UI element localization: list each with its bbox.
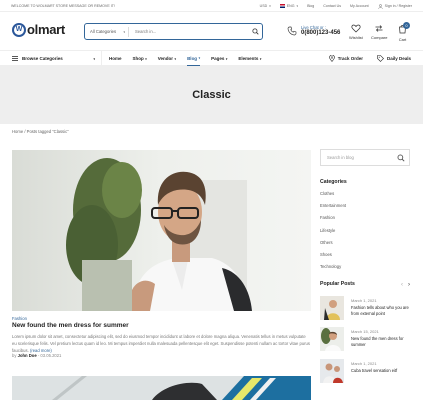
logo-text: olmart bbox=[27, 22, 65, 37]
popular-post-thumbnail bbox=[320, 327, 344, 351]
popular-post-date: March 15, 2021 bbox=[351, 329, 379, 334]
logo-mark: W bbox=[12, 22, 26, 37]
currency-selector[interactable]: USD ▾ bbox=[260, 4, 271, 8]
welcome-message: Welcome to Wolmart Store message or remo… bbox=[11, 4, 115, 8]
sign-in-link[interactable]: Sign in / Register bbox=[377, 3, 412, 9]
popular-post-date: March 1, 2021 bbox=[351, 298, 377, 303]
contact-link[interactable]: Contact Us bbox=[323, 4, 341, 8]
category-item-lifestyle[interactable]: Lifestyle bbox=[320, 228, 410, 240]
chevron-down-icon: ▾ bbox=[145, 56, 147, 61]
popular-post-date: March 1, 2021 bbox=[351, 361, 377, 366]
daily-deals-link[interactable]: Daily Deals bbox=[377, 55, 411, 62]
nav-item-blog[interactable]: Blog ▾ bbox=[187, 51, 201, 66]
header-search: All Categories ▾ Search in... bbox=[84, 23, 263, 40]
category-item-fashion[interactable]: Fashion bbox=[320, 215, 410, 227]
popular-post-thumbnail bbox=[320, 359, 344, 383]
popular-post-title[interactable]: New found the men dress for summer bbox=[351, 336, 409, 347]
category-list: Clothes Entertainment Fashion Lifestyle … bbox=[320, 191, 410, 276]
menu-icon bbox=[12, 56, 18, 61]
my-account-link[interactable]: My Account bbox=[350, 4, 369, 8]
categories-heading: Categories bbox=[320, 179, 347, 185]
popular-post[interactable]: March 15, 2021 New found the men dress f… bbox=[320, 327, 412, 351]
chevron-down-icon: ▾ bbox=[123, 29, 125, 34]
tag-icon bbox=[377, 55, 384, 62]
nav-item-shop[interactable]: Shop ▾ bbox=[133, 51, 147, 66]
category-item-technology[interactable]: Technology bbox=[320, 264, 410, 276]
header: W olmart All Categories ▾ Search in... Li… bbox=[0, 12, 423, 50]
search-icon bbox=[251, 28, 259, 35]
chevron-down-icon: ▾ bbox=[259, 56, 262, 61]
chevron-down-icon: ▾ bbox=[198, 56, 201, 60]
chevron-down-icon: ▾ bbox=[296, 4, 299, 8]
blog-link[interactable]: Blog bbox=[307, 4, 314, 8]
track-order-link[interactable]: Track Order bbox=[328, 55, 363, 62]
language-selector[interactable]: ENG ▾ bbox=[279, 4, 299, 8]
search-category-select[interactable]: All Categories ▾ bbox=[85, 26, 129, 37]
chevron-left-icon[interactable]: ‹ bbox=[401, 282, 403, 288]
map-pin-icon bbox=[328, 55, 335, 62]
compare-button[interactable]: Compare bbox=[371, 24, 387, 40]
popular-posts-nav: ‹ › bbox=[401, 282, 410, 288]
phone-number: 0(800)123-456 bbox=[301, 30, 341, 36]
cart-count-badge: 0 bbox=[403, 22, 410, 29]
sidebar-search-input[interactable]: Search in blog bbox=[320, 149, 410, 166]
popular-posts-heading: Popular Posts bbox=[320, 281, 355, 287]
heart-icon bbox=[351, 24, 361, 33]
chevron-down-icon: ▾ bbox=[174, 56, 177, 61]
nav-item-pages[interactable]: Pages ▾ bbox=[211, 51, 227, 66]
popular-post-title[interactable]: Cuba travel sensation eitf bbox=[351, 368, 409, 374]
second-post-photo bbox=[12, 376, 311, 400]
second-post-image[interactable] bbox=[12, 376, 311, 400]
post-category[interactable]: Fashion bbox=[12, 316, 27, 321]
breadcrumb: Home / Posts tagged “Classic” bbox=[12, 129, 69, 134]
nav-item-home[interactable]: Home bbox=[109, 51, 122, 66]
page-title: Classic bbox=[192, 89, 231, 101]
chevron-down-icon: ▾ bbox=[93, 56, 95, 61]
popular-post[interactable]: March 1, 2021 Fashion tells about who yo… bbox=[320, 296, 412, 320]
popular-post-title[interactable]: Fashion tells about who you are from ext… bbox=[351, 305, 409, 316]
phone-icon bbox=[287, 26, 297, 35]
chevron-down-icon: ▾ bbox=[269, 4, 271, 8]
wishlist-button[interactable]: Wishlist bbox=[349, 24, 363, 40]
post-meta: by John Doe - 03.05.2021 bbox=[12, 353, 62, 358]
post-image[interactable] bbox=[12, 150, 311, 311]
post-excerpt: Lorem ipsum dolor sit amet, consectetur … bbox=[12, 334, 310, 353]
nav-item-elements[interactable]: Elements ▾ bbox=[238, 51, 261, 66]
search-button[interactable] bbox=[248, 28, 262, 35]
post-author[interactable]: John Doe bbox=[18, 353, 37, 358]
chevron-right-icon[interactable]: › bbox=[408, 282, 410, 288]
search-icon[interactable] bbox=[397, 154, 405, 162]
user-icon bbox=[377, 3, 383, 9]
main-nav: Browse Categories ▾ Home Shop ▾ Vendor ▾ B… bbox=[0, 50, 423, 66]
category-item-others[interactable]: Others bbox=[320, 240, 410, 252]
cart-button[interactable]: 0 Cart bbox=[398, 22, 410, 42]
popular-post[interactable]: March 1, 2021 Cuba travel sensation eitf bbox=[320, 359, 412, 383]
live-chat[interactable]: Live Chat or : 0(800)123-456 bbox=[287, 25, 340, 36]
browse-categories-button[interactable]: Browse Categories ▾ bbox=[12, 51, 102, 66]
nav-item-vendor[interactable]: Vendor ▾ bbox=[158, 51, 176, 66]
category-item-entertainment[interactable]: Entertainment bbox=[320, 203, 410, 215]
chevron-down-icon: ▾ bbox=[225, 56, 228, 61]
popular-post-thumbnail bbox=[320, 296, 344, 320]
top-bar: Welcome to Wolmart Store message or remo… bbox=[0, 0, 423, 12]
category-item-clothes[interactable]: Clothes bbox=[320, 191, 410, 203]
logo[interactable]: W olmart bbox=[12, 22, 65, 37]
breadcrumb-home[interactable]: Home bbox=[12, 129, 23, 134]
page-title-band: Classic bbox=[0, 66, 423, 124]
compare-icon bbox=[375, 25, 383, 32]
post-date: 03.05.2021 bbox=[40, 353, 62, 358]
category-item-shoes[interactable]: Shoes bbox=[320, 252, 410, 264]
post-photo bbox=[12, 150, 311, 311]
breadcrumb-current: Posts tagged “Classic” bbox=[26, 129, 69, 134]
search-input[interactable]: Search in... bbox=[129, 29, 248, 34]
flag-icon bbox=[279, 4, 285, 8]
post-title[interactable]: New found the men dress for summer bbox=[12, 322, 129, 329]
